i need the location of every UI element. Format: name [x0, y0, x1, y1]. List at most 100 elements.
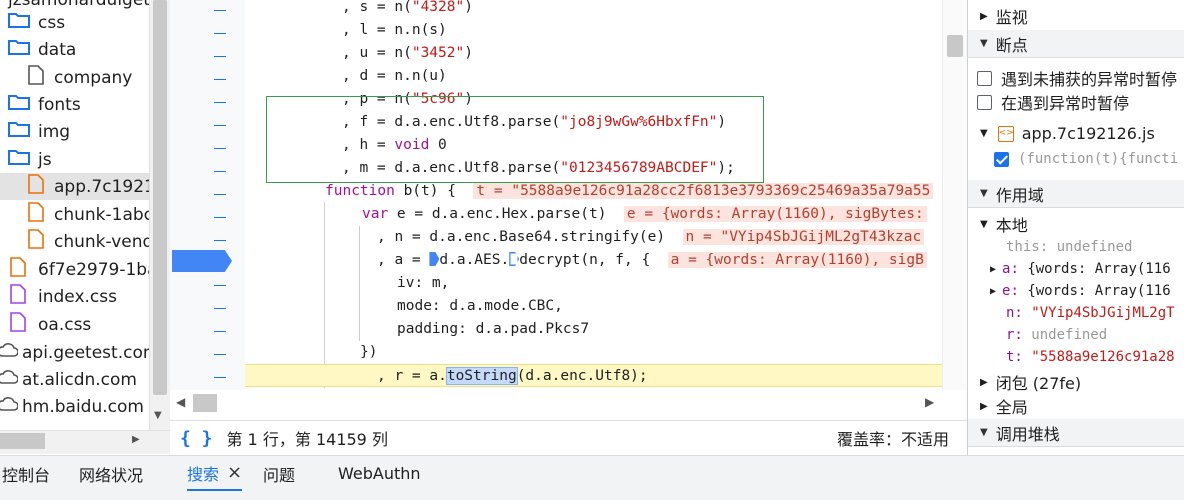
- checkbox[interactable]: [977, 94, 992, 110]
- scope-var-e[interactable]: ▶ e: {words: Array(116: [990, 283, 1171, 299]
- code-line[interactable]: }): [245, 341, 942, 364]
- scope-var-a[interactable]: ▶ a: {words: Array(116: [990, 261, 1171, 277]
- scroll-left-arrow-icon[interactable]: ◀: [176, 395, 185, 409]
- scope-header[interactable]: ▼ 作用域: [968, 180, 1184, 208]
- gutter-marker[interactable]: [214, 194, 226, 195]
- tab-webauthn[interactable]: WebAuthn: [338, 456, 421, 491]
- scrollbar-thumb[interactable]: [947, 35, 963, 57]
- tree-folder-data[interactable]: data: [8, 36, 76, 63]
- tree-item-label: index.css: [38, 286, 117, 307]
- scope-var-this[interactable]: this: undefined: [1006, 239, 1132, 255]
- tree-item-label: 6f7e2979-1ba: [38, 259, 158, 280]
- gutter-marker[interactable]: [214, 217, 226, 218]
- scope-var-n[interactable]: n: "VYip4SbJGijML2gT: [1006, 305, 1175, 321]
- gutter-marker[interactable]: [214, 240, 226, 241]
- gutter-marker[interactable]: [214, 285, 226, 286]
- code-line[interactable]: , a = d.a.AES. decrypt(n, f, { a = {words…: [245, 249, 942, 272]
- inline-value: e = {words: Array(1160), sigBytes:: [623, 206, 927, 222]
- pretty-print-icon[interactable]: { }: [180, 428, 213, 449]
- execution-line[interactable]: , r = a.toString(d.a.enc.Utf8);: [245, 364, 942, 387]
- code-line[interactable]: , l = n.n(s): [245, 19, 942, 42]
- inline-breakpoint-icon[interactable]: [509, 252, 520, 266]
- global-scope[interactable]: ▶ 全局: [980, 394, 1028, 418]
- tree-file-chunk-1abc[interactable]: chunk-1abc: [28, 201, 153, 228]
- gutter-marker[interactable]: [214, 10, 226, 11]
- tree-file-app-js[interactable]: app.7c1921.: [0, 173, 160, 200]
- tree-file-chunk-vend[interactable]: chunk-vend: [28, 228, 153, 255]
- pause-uncaught-option[interactable]: 遇到未捕获的异常时暂停: [977, 66, 1177, 90]
- breakpoints-header[interactable]: ▼ 断点: [968, 30, 1184, 58]
- tab-search[interactable]: 搜索 ×: [187, 456, 243, 491]
- watch-header[interactable]: ▶ 监视: [980, 4, 1028, 28]
- local-scope[interactable]: ▼ 本地: [980, 212, 1028, 236]
- tree-item-label: chunk-1abc: [54, 204, 154, 225]
- gutter-marker[interactable]: [214, 125, 226, 126]
- code-line[interactable]: , n = d.a.enc.Base64.stringify(e) n = "V…: [245, 226, 942, 249]
- tab-network-conditions[interactable]: 网络状况: [79, 456, 143, 491]
- scroll-down-arrow-icon[interactable]: ▼: [154, 410, 162, 421]
- expand-arrow-icon: ▶: [980, 10, 988, 22]
- code-line[interactable]: , d = n.n(u): [245, 65, 942, 88]
- line-gutter[interactable]: [170, 0, 245, 390]
- scrollbar-thumb[interactable]: [193, 394, 217, 412]
- code-line[interactable]: , u = n("3452"): [245, 42, 942, 65]
- breakpoint-file[interactable]: ▼ <> app.7c192126.js: [980, 124, 1155, 143]
- tree-file-index-css[interactable]: index.css: [10, 283, 117, 310]
- gutter-marker[interactable]: [214, 56, 226, 57]
- tree-domain-geetest[interactable]: api.geetest.com: [0, 339, 159, 366]
- scroll-right-arrow-icon[interactable]: ▶: [925, 395, 934, 409]
- scrollbar-thumb[interactable]: [153, 0, 167, 395]
- gutter-marker[interactable]: [214, 331, 226, 332]
- inline-breakpoint-icon[interactable]: [429, 252, 440, 266]
- coverage-status: 覆盖率：不适用: [836, 430, 949, 449]
- code-line[interactable]: mode: d.a.mode.CBC,: [245, 295, 942, 318]
- folder-icon: [8, 39, 30, 60]
- tree-folder-js[interactable]: js: [8, 146, 52, 173]
- tree-file-company[interactable]: company: [28, 64, 132, 91]
- editor-horizontal-scrollbar[interactable]: ◀ ▶: [170, 390, 942, 418]
- gutter-marker[interactable]: [214, 102, 226, 103]
- cloud-icon: [0, 369, 19, 390]
- code-line[interactable]: padding: d.a.pad.Pkcs7: [245, 318, 942, 341]
- scrollbar-thumb[interactable]: [0, 433, 45, 449]
- tree-item-label: data: [38, 39, 77, 60]
- gutter-marker[interactable]: [214, 354, 226, 355]
- tree-item-label: img: [38, 121, 71, 142]
- scope-var-t[interactable]: t: "5588a9e126c91a28: [1006, 349, 1175, 365]
- scope-var-r[interactable]: r: undefined: [1006, 327, 1107, 343]
- tree-folder-fonts[interactable]: fonts: [8, 91, 81, 118]
- gutter-marker[interactable]: [214, 377, 226, 378]
- breakpoint-marker[interactable]: [172, 250, 232, 272]
- breakpoint-entry[interactable]: (function(t){functi: [994, 151, 1178, 167]
- scroll-right-arrow-icon[interactable]: ▶: [132, 434, 140, 445]
- tree-file-6f7e2979[interactable]: 6f7e2979-1ba: [10, 256, 158, 283]
- code-line[interactable]: var e = d.a.enc.Hex.parse(t) e = {words:…: [245, 203, 942, 226]
- tab-console[interactable]: 控制台: [2, 456, 50, 491]
- gutter-marker[interactable]: [214, 148, 226, 149]
- tab-issues[interactable]: 问题: [263, 456, 295, 491]
- call-stack-header[interactable]: ▼ 调用堆栈: [968, 419, 1184, 447]
- breakpoint-checkbox[interactable]: [994, 151, 1009, 167]
- highlighted-token: toString: [445, 367, 518, 385]
- tree-domain-alicdn[interactable]: at.alicdn.com: [0, 366, 137, 393]
- gutter-marker[interactable]: [214, 33, 226, 34]
- code-editor[interactable]: , s = n("4328") , l = n.n(s) , u = n("34…: [170, 0, 967, 420]
- code-line[interactable]: function b(t) { t = "5588a9e126c91a28cc2…: [245, 180, 942, 203]
- editor-vertical-scrollbar[interactable]: [942, 0, 967, 390]
- tree-folder-css[interactable]: css: [8, 9, 65, 36]
- pause-caught-option[interactable]: 在遇到异常时暂停: [977, 90, 1129, 114]
- tree-file-oa-css[interactable]: oa.css: [10, 311, 91, 338]
- tree-item-label: css: [38, 12, 66, 33]
- checkbox[interactable]: [977, 70, 992, 86]
- code-line[interactable]: , s = n("4328"): [245, 0, 942, 19]
- code-line[interactable]: iv: m,: [245, 272, 942, 295]
- tree-vertical-scrollbar[interactable]: ▼: [149, 0, 170, 430]
- tree-domain-baidu[interactable]: hm.baidu.com: [0, 393, 144, 420]
- gutter-marker[interactable]: [214, 79, 226, 80]
- gutter-marker[interactable]: [214, 308, 226, 309]
- close-icon[interactable]: ×: [227, 462, 242, 483]
- gutter-marker[interactable]: [214, 171, 226, 172]
- tree-horizontal-scrollbar[interactable]: ▶: [0, 430, 170, 454]
- closure-scope[interactable]: ▶ 闭包 (27fe): [980, 370, 1081, 394]
- tree-folder-img[interactable]: img: [8, 118, 70, 145]
